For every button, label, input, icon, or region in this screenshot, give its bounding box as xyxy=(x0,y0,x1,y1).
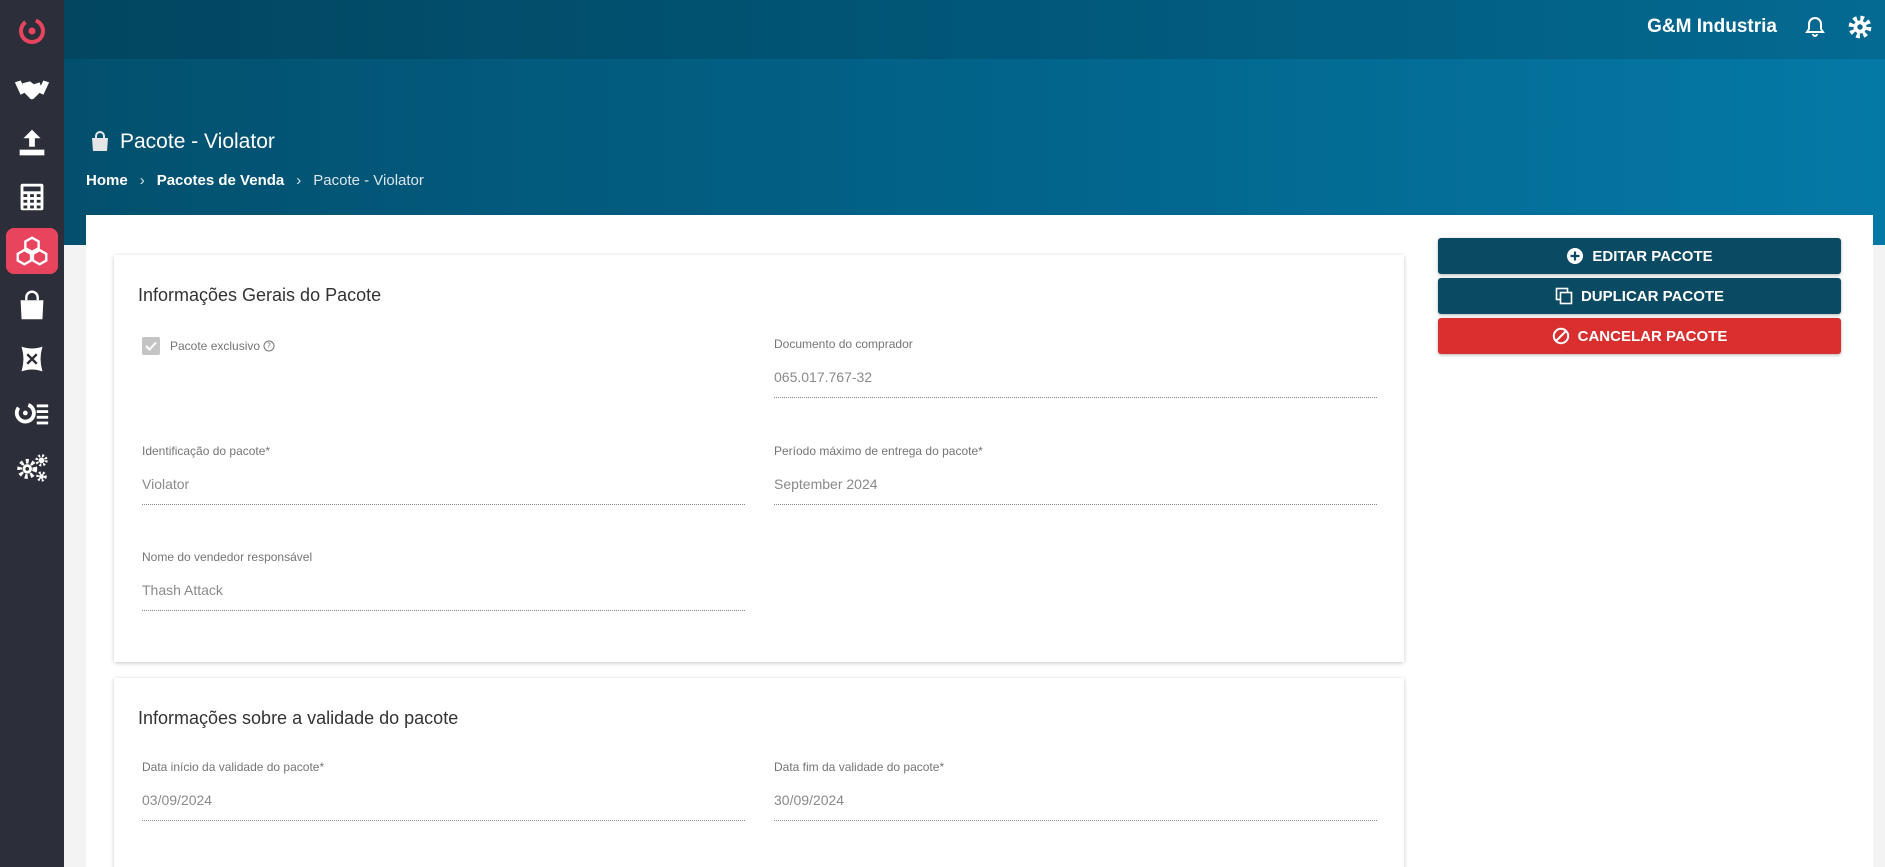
sidebar-item-packages[interactable] xyxy=(6,228,58,274)
seller-name-field[interactable]: Nome do vendedor responsável Thash Attac… xyxy=(142,550,745,611)
sidebar-item-settings[interactable] xyxy=(6,444,58,490)
organization-name[interactable]: G&M Industria xyxy=(1647,16,1777,38)
general-info-card: Informações Gerais do Pacote Pacote excl… xyxy=(114,255,1404,662)
buyer-document-value: 065.017.767-32 xyxy=(774,369,1377,398)
seller-name-label: Nome do vendedor responsável xyxy=(142,550,313,564)
seed-bag-icon xyxy=(21,346,43,372)
top-header: G&M Industria Pacote - Violator Home › P… xyxy=(64,0,1885,245)
gears-icon xyxy=(17,454,48,482)
validity-end-label: Data fim da validade do pacote* xyxy=(774,760,945,774)
validity-title: Informações sobre a validade do pacote xyxy=(138,708,459,728)
cancel-package-button[interactable]: CANCELAR PACOTE xyxy=(1438,318,1841,354)
sidebar-item-sales[interactable] xyxy=(6,282,58,328)
package-id-value: Violator xyxy=(142,476,745,505)
shopping-bag-icon xyxy=(92,131,108,151)
edit-package-button[interactable]: EDITAR PACOTE xyxy=(1438,238,1841,274)
top-bar xyxy=(64,0,1885,59)
delivery-period-value: September 2024 xyxy=(774,476,1377,505)
breadcrumb: Home › Pacotes de Venda › Pacote - Viola… xyxy=(86,172,424,189)
seller-name-value: Thash Attack xyxy=(142,582,745,611)
breadcrumb-home[interactable]: Home xyxy=(86,172,128,189)
cancel-package-label: CANCELAR PACOTE xyxy=(1577,327,1728,345)
gear-icon[interactable] xyxy=(1847,14,1873,40)
sidebar-item-brand[interactable] xyxy=(6,390,58,436)
page-title-text: Pacote - Violator xyxy=(120,130,275,153)
logo-icon xyxy=(19,18,45,44)
validity-start-field[interactable]: Data início da validade do pacote* 03/09… xyxy=(142,760,745,821)
duplicate-package-label: DUPLICAR PACOTE xyxy=(1580,287,1725,305)
buyer-document-field[interactable]: Documento do comprador 065.017.767-32 xyxy=(774,337,1377,398)
help-icon[interactable]: ? xyxy=(263,340,275,352)
chevron-right-icon: › xyxy=(296,172,302,189)
edit-package-label: EDITAR PACOTE xyxy=(1592,247,1713,265)
exclusive-package-label: Pacote exclusivo ? xyxy=(170,339,275,353)
exclusive-package-checkbox[interactable] xyxy=(142,337,160,355)
exclusive-package-row: Pacote exclusivo ? xyxy=(142,337,275,355)
sidebar xyxy=(0,0,64,867)
validity-end-value: 30/09/2024 xyxy=(774,792,1377,821)
sidebar-item-seeds[interactable] xyxy=(6,336,58,382)
package-actions: EDITAR PACOTE DUPLICAR PACOTE CANCELAR P… xyxy=(1438,238,1841,358)
breadcrumb-current: Pacote - Violator xyxy=(313,172,424,189)
duplicate-package-button[interactable]: DUPLICAR PACOTE xyxy=(1438,278,1841,314)
chevron-right-icon: › xyxy=(139,172,145,189)
breadcrumb-sales-packages[interactable]: Pacotes de Venda xyxy=(157,172,285,189)
main-content: Informações Gerais do Pacote Pacote excl… xyxy=(86,215,1873,867)
page-title: Pacote - Violator xyxy=(88,130,275,154)
block-icon xyxy=(1552,327,1569,345)
general-info-title: Informações Gerais do Pacote xyxy=(138,285,382,305)
check-icon xyxy=(145,341,157,351)
upload-icon xyxy=(19,129,45,156)
sidebar-item-upload[interactable] xyxy=(6,120,58,166)
validity-start-value: 03/09/2024 xyxy=(142,792,745,821)
sidebar-item-calculator[interactable] xyxy=(6,174,58,220)
app-logo[interactable] xyxy=(0,0,64,62)
shopping-bag-icon xyxy=(20,290,44,320)
validity-end-field[interactable]: Data fim da validade do pacote* 30/09/20… xyxy=(774,760,1377,821)
exclusive-package-text: Pacote exclusivo xyxy=(170,339,261,353)
delivery-period-field[interactable]: Período máximo de entrega do pacote* Sep… xyxy=(774,444,1377,505)
calculator-icon xyxy=(20,183,44,211)
sidebar-item-deals[interactable] xyxy=(6,66,58,112)
validity-card: Informações sobre a validade do pacote D… xyxy=(114,678,1404,867)
package-id-label: Identificação do pacote* xyxy=(142,444,271,458)
delivery-period-label: Período máximo de entrega do pacote* xyxy=(774,444,983,458)
package-id-field[interactable]: Identificação do pacote* Violator xyxy=(142,444,745,505)
handshake-icon xyxy=(14,80,50,100)
copy-icon xyxy=(1555,287,1573,305)
validity-start-label: Data início da validade do pacote* xyxy=(142,760,325,774)
brand-list-icon xyxy=(14,402,49,425)
boxes-icon xyxy=(16,236,48,266)
bell-icon[interactable] xyxy=(1803,15,1827,39)
svg-text:?: ? xyxy=(267,342,271,351)
buyer-document-label: Documento do comprador xyxy=(774,337,913,351)
plus-circle-icon xyxy=(1567,248,1584,264)
